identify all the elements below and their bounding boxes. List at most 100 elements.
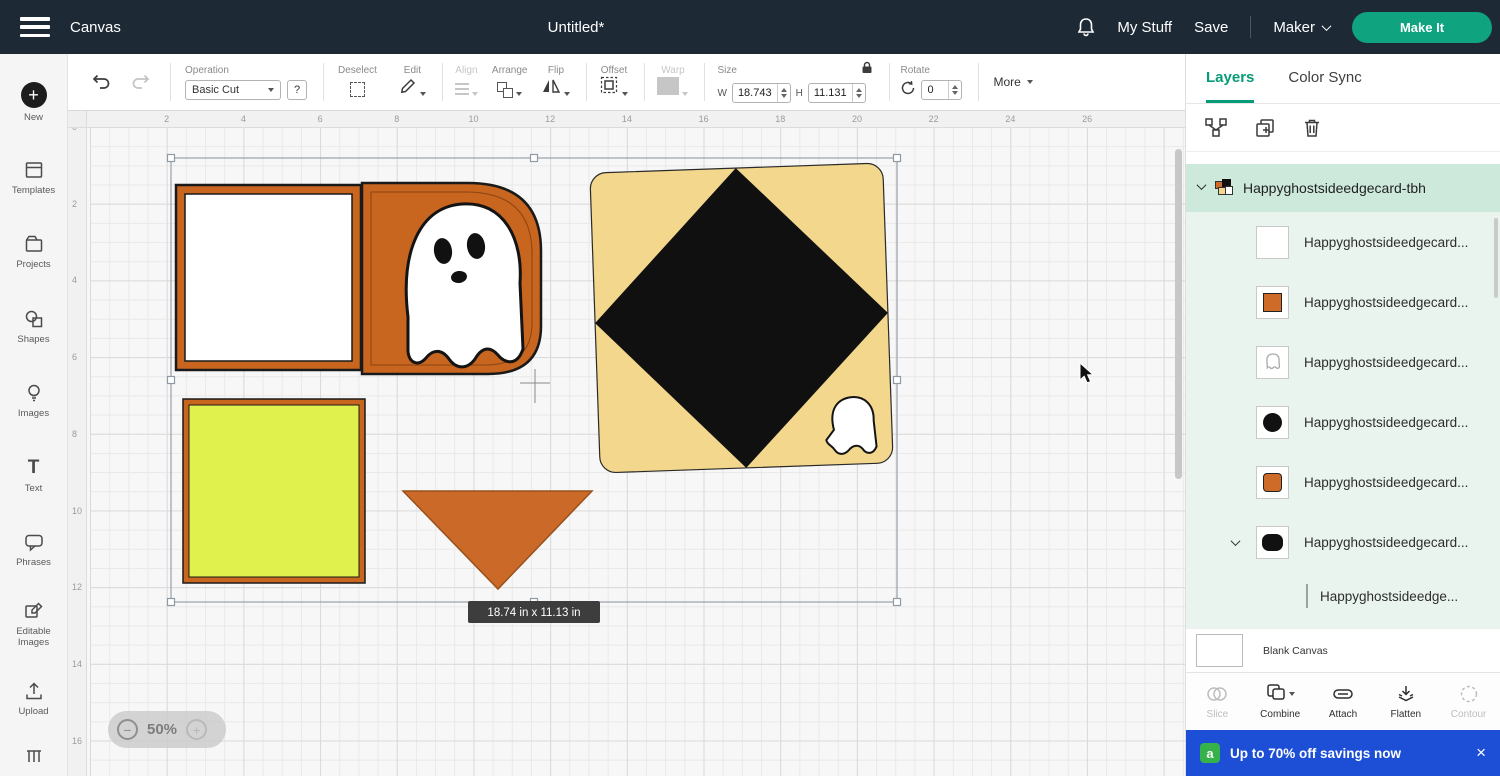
rotate-stepper[interactable]: [948, 81, 961, 99]
canvas-workspace[interactable]: 2468101214161820222426 0246810121416: [68, 111, 1185, 776]
arrange-section[interactable]: Arrange: [492, 65, 528, 100]
offset-section[interactable]: Offset: [599, 65, 628, 100]
shape-ghost-card[interactable]: [362, 183, 541, 374]
trash-icon[interactable]: [1302, 117, 1322, 139]
operation-dropdown[interactable]: Basic Cut: [185, 80, 281, 100]
contour-button: Contour: [1437, 683, 1500, 720]
toolbar-divider: [586, 63, 587, 101]
flatten-icon: [1396, 683, 1416, 705]
layer-thumbnail-orange-square: [1256, 286, 1289, 319]
chevron-down-icon[interactable]: [1231, 536, 1241, 546]
redo-button[interactable]: [128, 70, 154, 95]
blank-canvas-row[interactable]: Blank Canvas: [1186, 628, 1500, 672]
attach-button[interactable]: Attach: [1312, 683, 1375, 720]
zoom-in-button[interactable]: +: [186, 719, 207, 740]
sidebar-item-templates[interactable]: Templates: [0, 140, 68, 214]
sidebar-item-editable-images[interactable]: Editable Images: [0, 587, 68, 661]
edit-section[interactable]: Edit: [399, 65, 426, 100]
phrases-icon: [23, 531, 45, 553]
flip-section[interactable]: Flip: [541, 65, 570, 100]
menu-icon[interactable]: [20, 17, 50, 37]
panel-tabs: Layers Color Sync: [1186, 54, 1500, 104]
chevron-down-icon: [1027, 80, 1033, 84]
sub-layer-row[interactable]: Happyghostsideedge...: [1186, 572, 1500, 620]
images-icon: [23, 382, 45, 404]
undo-button[interactable]: [88, 70, 114, 95]
width-label: W: [717, 88, 726, 99]
document-title[interactable]: Untitled*: [548, 19, 605, 36]
combine-button[interactable]: Combine: [1249, 683, 1312, 720]
shape-orange-triangle[interactable]: [403, 491, 592, 589]
sub-layer-indent-bar: [1306, 584, 1308, 608]
machine-name: Maker: [1273, 19, 1315, 36]
ghost-body[interactable]: [406, 204, 523, 367]
canvas-vertical-scrollbar[interactable]: [1175, 149, 1182, 479]
layers-actions-row: [1186, 104, 1500, 152]
my-stuff-link[interactable]: My Stuff: [1117, 19, 1172, 36]
tab-color-sync[interactable]: Color Sync: [1288, 54, 1361, 103]
notifications-bell-icon[interactable]: [1077, 17, 1095, 37]
top-bar: Canvas Untitled* My Stuff Save Maker Mak…: [0, 0, 1500, 54]
layers-panel: Layers Color Sync Happyghostsideedgecard…: [1185, 54, 1500, 776]
attach-icon: [1332, 683, 1354, 705]
sidebar-item-projects[interactable]: Projects: [0, 215, 68, 289]
make-it-button[interactable]: Make It: [1352, 12, 1492, 43]
sidebar-item-upload[interactable]: Upload: [0, 662, 68, 736]
flatten-button[interactable]: Flatten: [1374, 683, 1437, 720]
width-input[interactable]: 18.743: [732, 83, 791, 103]
zoom-out-button[interactable]: −: [117, 719, 138, 740]
shapes-icon: [23, 308, 45, 330]
more-button[interactable]: More: [993, 75, 1032, 89]
layer-row[interactable]: Happyghostsideedgecard...: [1186, 452, 1500, 512]
combine-icon: [1266, 683, 1286, 706]
shape-tan-card[interactable]: [590, 163, 893, 473]
partial-icon: [23, 749, 45, 763]
panel-scrollbar[interactable]: [1494, 218, 1498, 298]
layer-thumbnail-orange-rounded: [1256, 466, 1289, 499]
offset-icon: [599, 75, 619, 100]
layer-row[interactable]: Happyghostsideedgecard...: [1186, 332, 1500, 392]
chevron-down-icon: [472, 92, 478, 96]
topbar-divider: [1250, 16, 1251, 38]
layer-row[interactable]: Happyghostsideedgecard...: [1186, 272, 1500, 332]
chevron-down-icon[interactable]: [1197, 180, 1207, 190]
chevron-down-icon: [564, 92, 570, 96]
layer-row[interactable]: Happyghostsideedgecard...: [1186, 392, 1500, 452]
height-stepper[interactable]: [852, 84, 865, 102]
sidebar-item-new[interactable]: + New: [0, 66, 68, 140]
panel-spacer: [1186, 152, 1500, 164]
upload-icon: [23, 680, 45, 702]
sidebar-item-phrases[interactable]: Phrases: [0, 513, 68, 587]
promo-banner[interactable]: a Up to 70% off savings now ×: [1186, 730, 1500, 776]
chevron-down-icon: [622, 92, 628, 96]
sidebar-item-images[interactable]: Images: [0, 364, 68, 438]
machine-selector[interactable]: Maker: [1273, 19, 1330, 36]
height-input[interactable]: 11.131: [808, 83, 866, 103]
rotate-input[interactable]: 0: [921, 80, 962, 100]
slice-icon: [1206, 683, 1228, 705]
operation-help-button[interactable]: ?: [287, 80, 307, 100]
layer-row[interactable]: Happyghostsideedgecard...: [1186, 212, 1500, 272]
edit-toolbar: Operation Basic Cut ? Deselect Edit Alig…: [68, 54, 1185, 111]
duplicate-icon[interactable]: [1254, 117, 1276, 139]
ungroup-icon[interactable]: [1204, 117, 1228, 139]
close-icon[interactable]: ×: [1476, 743, 1486, 763]
shape-lime-square[interactable]: [183, 399, 365, 583]
sidebar-item-shapes[interactable]: Shapes: [0, 289, 68, 363]
projects-icon: [23, 233, 45, 255]
height-label: H: [796, 88, 803, 99]
width-stepper[interactable]: [777, 84, 790, 102]
tab-layers[interactable]: Layers: [1206, 54, 1254, 103]
warp-icon: [657, 77, 679, 100]
deselect-section[interactable]: Deselect: [338, 65, 377, 100]
save-link[interactable]: Save: [1194, 19, 1228, 36]
sidebar-item-partial[interactable]: [0, 736, 68, 776]
lock-icon[interactable]: [861, 61, 873, 79]
layer-group-header[interactable]: Happyghostsideedgecard-tbh: [1186, 164, 1500, 212]
shape-white-card[interactable]: [176, 185, 361, 370]
rotate-icon[interactable]: [900, 80, 916, 99]
chevron-down-icon: [1289, 692, 1295, 696]
layer-row-expandable[interactable]: Happyghostsideedgecard...: [1186, 512, 1500, 572]
toolbar-divider: [644, 63, 645, 101]
sidebar-item-text[interactable]: T Text: [0, 438, 68, 512]
